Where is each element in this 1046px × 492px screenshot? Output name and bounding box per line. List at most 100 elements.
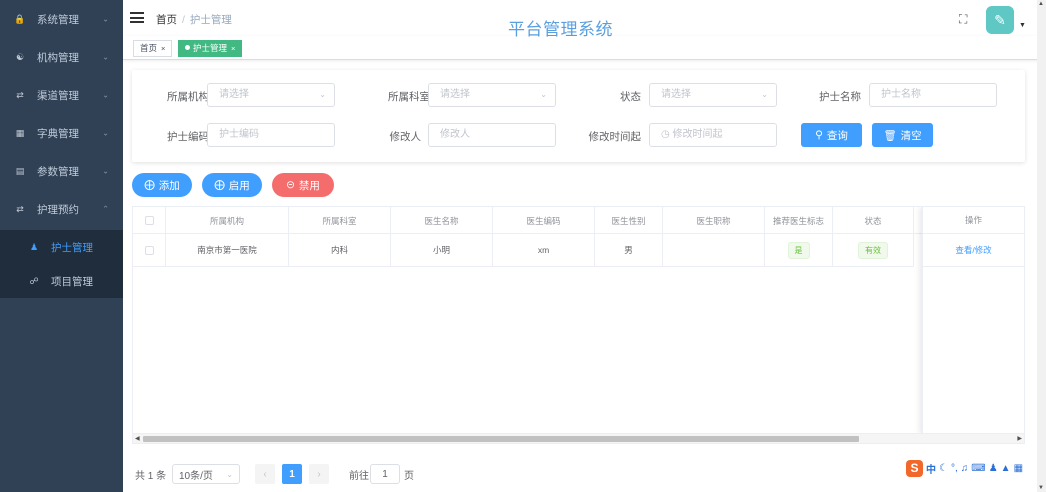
cell-title (663, 234, 765, 267)
cell-org: 南京市第一医院 (166, 234, 289, 267)
page-size-value: 10条/页 (179, 470, 213, 482)
appointment-icon: ⇄ (16, 203, 24, 214)
shirt-icon[interactable]: ▲ (1001, 463, 1011, 474)
scroll-right-icon[interactable]: ▶ (1017, 434, 1022, 443)
sidebar-item-params[interactable]: ▤ 参数管理 ⌄ (0, 152, 123, 190)
hamburger-icon[interactable] (130, 12, 144, 23)
clear-button[interactable]: 🗑 清空 (872, 123, 933, 147)
select-all-checkbox[interactable] (144, 216, 154, 225)
pagination-total: 共 1 条 (135, 470, 167, 482)
modtime-placeholder: 修改时间起 (672, 129, 723, 140)
org-placeholder: 请选择 (219, 89, 249, 100)
chevron-down-icon: ⌄ (540, 90, 547, 99)
microphone-icon[interactable]: ♫ (961, 463, 969, 474)
org-select[interactable]: 请选择 ⌄ (207, 83, 335, 107)
sidebar-subitem-nurse[interactable]: ♟ 护士管理 (0, 230, 123, 264)
add-button[interactable]: ⨁ 添加 (132, 173, 192, 197)
clock-icon: ◷ (661, 129, 670, 140)
filter-panel: 所属机构 请选择 ⌄ 所属科室 请选择 ⌄ 状态 请选择 ⌄ 护士名称 护士名称 护士… (132, 70, 1025, 162)
moon-icon[interactable]: ☾ (939, 463, 948, 474)
sidebar-item-label: 参数管理 (37, 165, 79, 178)
cell-dept: 内科 (289, 234, 391, 267)
dept-select[interactable]: 请选择 ⌄ (428, 83, 556, 107)
scroll-down-icon[interactable]: ▼ (1038, 485, 1044, 491)
avatar-icon: ✎ (994, 11, 1006, 28)
tags-view: 首页 × 护士管理 × (123, 36, 1046, 60)
sidebar: 🔒 系统管理 ⌄ ☯ 机构管理 ⌄ ⇄ 渠道管理 ⌄ ▦ 字典管理 ⌄ ▤ 参数… (0, 0, 123, 492)
nurse-code-input[interactable]: 护士编码 (207, 123, 335, 147)
sidebar-item-appointment[interactable]: ⇄ 护理预约 ⌃ (0, 190, 123, 228)
user-icon: ♟ (29, 241, 39, 252)
goto-label: 前往 (349, 470, 369, 482)
scrollbar-thumb[interactable] (143, 436, 859, 442)
table-header: 所属机构 所属科室 医生名称 医生编码 医生性别 医生职称 推荐医生标志 状态 (133, 207, 1024, 234)
vertical-scrollbar[interactable]: ▲ ▼ (1037, 0, 1046, 492)
nurse-table: 所属机构 所属科室 医生名称 医生编码 医生性别 医生职称 推荐医生标志 状态 … (132, 206, 1025, 444)
link-icon: ☍ (29, 275, 39, 286)
horizontal-scrollbar[interactable]: ◀ ▶ (133, 433, 1024, 443)
chinese-mode-icon[interactable]: 中 (926, 461, 936, 476)
sidebar-item-label: 系统管理 (37, 13, 79, 26)
sidebar-item-label: 字典管理 (37, 127, 79, 140)
sogou-logo-icon[interactable]: S (906, 459, 923, 477)
page-number-button[interactable]: 1 (282, 464, 302, 484)
scroll-left-icon[interactable]: ◀ (135, 434, 140, 443)
search-button[interactable]: ⚲ 查询 (801, 123, 862, 147)
navbar: 首页 / 护士管理 平台管理系统 ⛶ ✎ ▼ (123, 0, 1046, 39)
nurse-name-input[interactable]: 护士名称 (869, 83, 997, 107)
tag-label: 护士管理 (193, 43, 228, 53)
cell-status: 有效 (833, 234, 914, 267)
header-dept: 所属科室 (289, 207, 391, 234)
punctuation-icon[interactable]: °, (951, 463, 958, 474)
modtime-picker[interactable]: ◷ 修改时间起 (649, 123, 777, 147)
sidebar-subitem-label: 护士管理 (51, 241, 93, 254)
dept-placeholder: 请选择 (440, 89, 470, 100)
grid-icon[interactable]: ▦ (1014, 463, 1023, 474)
sidebar-subitem-label: 项目管理 (51, 275, 93, 288)
cell-gender: 男 (595, 234, 663, 267)
sidebar-item-dictionary[interactable]: ▦ 字典管理 ⌄ (0, 114, 123, 152)
header-recommend: 推荐医生标志 (765, 207, 833, 234)
plus-circle-icon: ⨁ (214, 179, 225, 191)
breadcrumb-home[interactable]: 首页 (156, 14, 177, 26)
goto-page-input[interactable]: 1 (370, 464, 400, 484)
chevron-down-icon: ⌄ (226, 469, 233, 479)
tag-home[interactable]: 首页 × (133, 40, 173, 57)
active-dot-icon (185, 45, 190, 51)
scroll-up-icon[interactable]: ▲ (1038, 1, 1044, 7)
sidebar-item-system[interactable]: 🔒 系统管理 ⌄ (0, 0, 123, 38)
sidebar-subitem-project[interactable]: ☍ 项目管理 (0, 264, 123, 298)
header-doctor-name: 医生名称 (391, 207, 493, 234)
recommend-badge: 是 (787, 241, 810, 259)
sidebar-item-org[interactable]: ☯ 机构管理 ⌄ (0, 38, 123, 76)
prev-page-button[interactable]: ‹ (255, 464, 275, 484)
tag-nurse[interactable]: 护士管理 × (178, 40, 243, 57)
status-select[interactable]: 请选择 ⌄ (649, 83, 777, 107)
header-gender: 医生性别 (595, 207, 663, 234)
close-icon[interactable]: × (161, 44, 165, 53)
trash-icon: 🗑 (883, 129, 897, 142)
chevron-down-icon: ⌄ (761, 90, 768, 99)
enable-button[interactable]: ⨁ 启用 (202, 173, 262, 197)
chevron-right-icon: › (317, 468, 321, 480)
lock-icon: 🔒 (14, 13, 26, 24)
breadcrumb-current: 护士管理 (189, 14, 232, 26)
close-icon[interactable]: × (231, 44, 235, 53)
header-operation: 操作 (923, 207, 1024, 234)
sidebar-item-channel[interactable]: ⇄ 渠道管理 ⌄ (0, 76, 123, 114)
fullscreen-icon[interactable]: ⛶ (959, 13, 971, 25)
page-size-select[interactable]: 10条/页 ⌄ (172, 464, 240, 484)
avatar[interactable]: ✎ (986, 6, 1014, 34)
user-icon[interactable]: ♟ (989, 463, 998, 474)
view-edit-link[interactable]: 查看/修改 (923, 234, 1024, 267)
next-page-button[interactable]: › (309, 464, 329, 484)
keyboard-icon[interactable]: ⌨ (971, 463, 985, 474)
org-tree-icon: ☯ (15, 51, 25, 62)
chevron-down-icon: ⌄ (102, 52, 109, 62)
sidebar-item-label: 渠道管理 (37, 89, 79, 102)
caret-down-icon[interactable]: ▼ (1019, 22, 1026, 29)
disable-button[interactable]: ⊝ 禁用 (272, 173, 334, 197)
dept-label: 所属科室 (388, 91, 430, 103)
modifier-input[interactable]: 修改人 (428, 123, 556, 147)
row-checkbox[interactable] (144, 245, 154, 255)
